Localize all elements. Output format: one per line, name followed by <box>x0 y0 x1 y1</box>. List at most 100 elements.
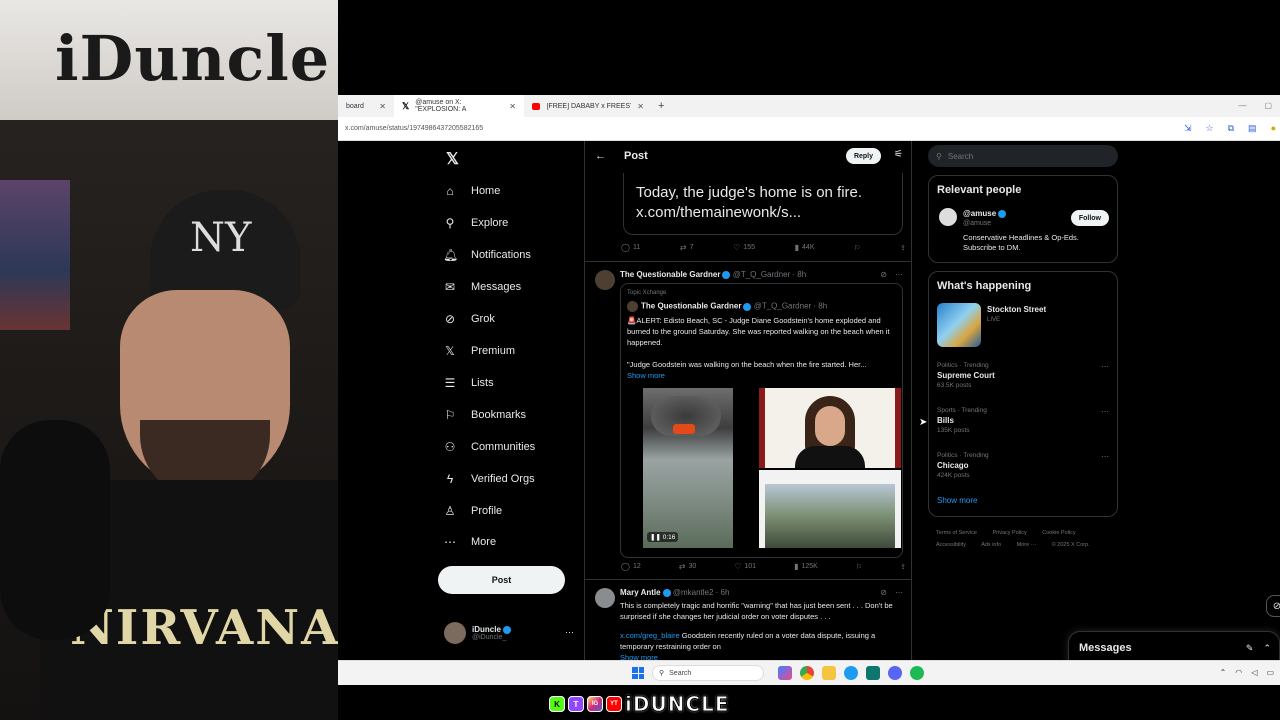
nav-item-explore[interactable]: ⚲ Explore <box>443 213 509 233</box>
trend-item[interactable]: Politics · Trending Supreme Court 63.5K po… <box>937 362 1109 389</box>
close-icon[interactable]: ✕ <box>509 102 516 111</box>
live-thumbnail[interactable] <box>937 303 981 347</box>
search-input[interactable]: ⚲ Search <box>928 145 1118 167</box>
tab-board[interactable]: board ✕ <box>338 95 394 117</box>
folder-icon[interactable] <box>822 666 836 680</box>
more-icon[interactable]: ⋯ <box>1101 407 1109 416</box>
nav-item-verified-orgs[interactable]: ϟ Verified Orgs <box>443 469 535 489</box>
repost-stat[interactable]: ⇄ 30 <box>679 562 697 571</box>
nav-item-profile[interactable]: ♙ Profile <box>443 501 503 521</box>
windows-start-icon[interactable] <box>632 667 644 679</box>
trend-item[interactable]: Sports · Trending Bills 135K posts ⋯ <box>937 407 1109 434</box>
person-name[interactable]: @amuse <box>963 209 996 218</box>
judge-photo[interactable] <box>759 388 901 468</box>
more-icon[interactable]: ⋯ <box>1101 362 1109 371</box>
views-stat[interactable]: ▮ 44K <box>795 243 815 252</box>
chevron-up-icon[interactable]: ⌃ <box>1220 668 1227 677</box>
nav-item-grok[interactable]: ⊘ Grok <box>443 309 495 329</box>
more-icon[interactable]: ⋯ <box>895 270 903 279</box>
back-arrow-icon[interactable]: ← <box>595 150 606 162</box>
follow-button[interactable]: Follow <box>1070 210 1109 226</box>
trend-item[interactable]: Politics · Trending Chicago 424K posts ⋯ <box>937 452 1109 479</box>
address-bar[interactable]: x.com/amuse/status/1974986437205582165 ⇲… <box>338 117 1280 141</box>
new-tab-button[interactable]: + <box>652 100 670 112</box>
pause-icon[interactable]: ❚❚ <box>650 534 661 541</box>
spotify-icon[interactable] <box>910 666 924 680</box>
tab-youtube[interactable]: [FREE] DABABY x FREESTYLE T ✕ <box>524 95 652 117</box>
reply-stat[interactable]: ◯ 12 <box>621 562 641 571</box>
footer-link[interactable]: More ··· <box>1017 542 1037 548</box>
reply-button[interactable]: Reply <box>845 148 881 164</box>
show-more-link[interactable]: Show more <box>627 371 665 380</box>
like-stat[interactable]: ♡ 101 <box>734 562 756 571</box>
more-icon[interactable]: ⋯ <box>895 588 903 597</box>
quoted-link[interactable]: x.com/themainewonk/s... <box>636 203 890 223</box>
chrome-icon[interactable] <box>800 666 814 680</box>
filter-icon[interactable]: ⚟ <box>894 149 903 160</box>
tab-amuse[interactable]: 𝕏 @amuse on X: "EXPLOSION: A ✕ <box>394 95 524 117</box>
nav-item-lists[interactable]: ☰ Lists <box>443 373 494 393</box>
grok-icon[interactable]: ⊘ <box>880 270 887 279</box>
share-icon[interactable]: ⇪ <box>900 562 906 571</box>
bookmark-icon[interactable]: ⚐ <box>856 562 862 571</box>
star-icon[interactable]: ☆ <box>1206 123 1214 134</box>
repost-stat[interactable]: ⇄ 7 <box>680 243 694 252</box>
reply-post[interactable]: Mary Antle @mkantle2 · 6h ⊘ ⋯ This is co… <box>585 579 911 665</box>
chevron-up-icon[interactable]: ⌃ <box>1263 643 1271 654</box>
nav-item-communities[interactable]: ⚇ Communities <box>443 437 536 457</box>
edge-icon[interactable] <box>844 666 858 680</box>
nav-item-notifications[interactable]: 🔔︎ Notifications <box>443 245 531 265</box>
footer-link[interactable]: Ads info <box>981 542 1001 548</box>
footer-link[interactable]: Terms of Service <box>936 530 977 536</box>
mention-link[interactable]: x.com/greg_blaire <box>620 631 680 640</box>
avatar[interactable] <box>595 588 615 608</box>
grok-icon[interactable]: ⊘ <box>880 588 887 597</box>
more-icon[interactable]: ⋯ <box>1101 452 1109 461</box>
nav-item-more[interactable]: ⋯ More <box>443 532 496 552</box>
avatar[interactable] <box>595 270 615 290</box>
embedded-post[interactable]: Topic Xchange The Questionable Gardner @… <box>620 283 903 558</box>
copilot-icon[interactable] <box>778 666 792 680</box>
discord-icon[interactable] <box>888 666 902 680</box>
views-stat[interactable]: ▮ 125K <box>794 562 818 571</box>
nav-item-premium[interactable]: 𝕏 Premium <box>443 341 515 361</box>
new-message-icon[interactable]: ✎ <box>1246 643 1254 654</box>
reply-stat[interactable]: ◯ 11 <box>621 243 640 252</box>
battery-icon[interactable]: ▭ <box>1266 668 1274 677</box>
nav-item-home[interactable]: ⌂ Home <box>443 181 500 201</box>
minimize-icon[interactable]: — <box>1238 101 1246 110</box>
like-stat[interactable]: ♡ 155 <box>733 243 755 252</box>
grok-icon[interactable]: ⊘ <box>1266 595 1280 617</box>
footer-link[interactable]: Privacy Policy <box>993 530 1027 536</box>
fire-video[interactable]: ❚❚ 0:16 <box>643 388 733 548</box>
sidebar-icon[interactable]: ▤ <box>1248 123 1257 134</box>
app-icon[interactable] <box>866 666 880 680</box>
maximize-icon[interactable]: ▢ <box>1264 101 1272 110</box>
nav-item-messages[interactable]: ✉ Messages <box>443 277 521 297</box>
house-ruins-photo[interactable] <box>759 470 901 548</box>
post-button[interactable]: Post <box>438 566 565 594</box>
nav-item-bookmarks[interactable]: ⚐ Bookmarks <box>443 405 526 425</box>
speaker-icon[interactable]: ◁ <box>1251 668 1257 677</box>
author-name[interactable]: The Questionable Gardner <box>620 270 720 279</box>
install-icon[interactable]: ⇲ <box>1184 123 1192 134</box>
live-title[interactable]: Stockton Street <box>987 305 1046 314</box>
show-more-link[interactable]: Show more <box>937 496 977 505</box>
bookmark-icon[interactable]: ⚐ <box>854 243 860 252</box>
share-icon[interactable]: ⇪ <box>900 243 906 252</box>
account-switcher[interactable]: iDuncle @iDuncle_ ⋯ <box>444 621 574 645</box>
close-icon[interactable]: ✕ <box>379 102 386 111</box>
taskbar-search[interactable]: ⚲ Search <box>652 665 764 681</box>
profile-icon[interactable]: ● <box>1271 123 1276 134</box>
wifi-icon[interactable]: ◠ <box>1235 668 1242 677</box>
footer-link[interactable]: Accessibility <box>936 542 966 548</box>
url-text[interactable]: x.com/amuse/status/1974986437205582165 <box>345 125 483 132</box>
extensions-icon[interactable]: ⧉ <box>1228 123 1234 134</box>
avatar[interactable] <box>939 208 957 226</box>
reply-post[interactable]: The Questionable Gardner @T_Q_Gardner · … <box>585 261 911 579</box>
quoted-post-card[interactable]: Today, the judge's home is on fire. x.co… <box>623 173 903 235</box>
footer-link[interactable]: Cookie Policy <box>1042 530 1075 536</box>
author-name[interactable]: Mary Antle <box>620 588 661 597</box>
x-logo-icon[interactable]: 𝕏 <box>446 149 459 169</box>
more-icon[interactable]: ⋯ <box>565 627 574 638</box>
